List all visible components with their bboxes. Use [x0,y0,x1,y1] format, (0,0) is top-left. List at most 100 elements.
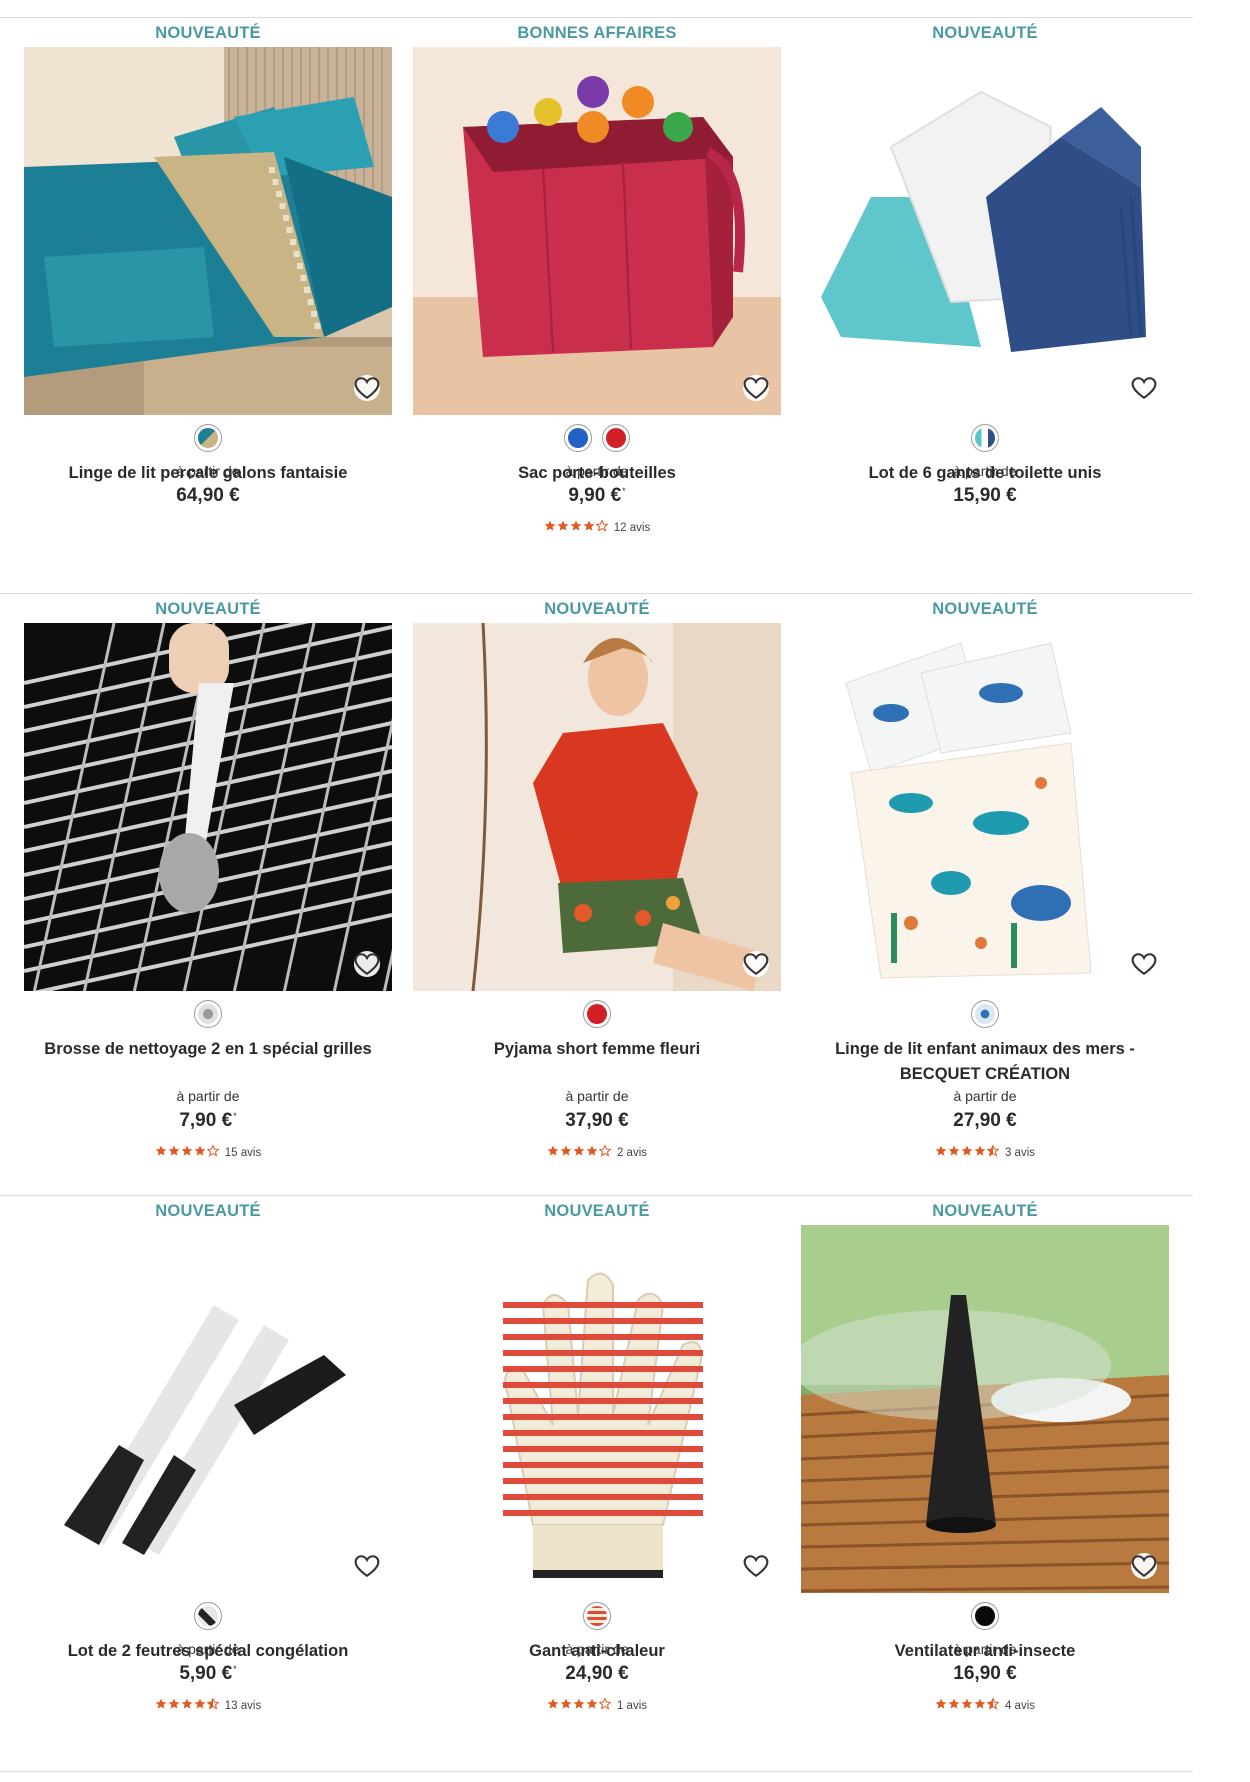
color-swatch[interactable] [194,1000,222,1028]
color-swatch[interactable] [583,1602,611,1630]
star-icon [598,1697,612,1713]
product-name-line: Linge de lit enfant animaux des mers - [835,1040,1135,1058]
product-image[interactable] [801,47,1169,415]
price-value: 5,90 € [179,1663,233,1684]
color-swatch[interactable] [971,424,999,452]
color-swatch[interactable] [583,1000,611,1028]
product-price: 7,90 €* [24,1110,392,1132]
star-icon [935,1145,947,1160]
product-name[interactable]: Pyjama short femme fleuri [413,1037,781,1062]
price-from-label: à partir de [565,1641,629,1657]
price-from-label: à partir de [565,463,629,479]
product-name[interactable]: Brosse de nettoyage 2 en 1 spécial grill… [24,1037,392,1062]
star-icon [560,1145,572,1160]
star-icon [155,1698,167,1713]
price-value: 16,90 € [953,1663,1017,1684]
star-icon [586,1698,598,1713]
star-icon [573,1145,585,1160]
wishlist-heart-icon[interactable] [1131,951,1157,977]
wishlist-heart-icon[interactable] [743,375,769,401]
product-rating[interactable]: 15 avis [24,1144,392,1160]
product-rating[interactable]: 13 avis [24,1697,392,1713]
color-swatch[interactable] [194,424,222,452]
product-image[interactable] [24,623,392,991]
star-icon [557,520,569,535]
review-count: 15 avis [224,1146,262,1159]
product-rating[interactable]: 12 avis [413,519,781,535]
review-count: 4 avis [1004,1699,1036,1712]
star-icon [598,1144,612,1160]
review-count: 3 avis [1004,1146,1036,1159]
star-icon [547,1145,559,1160]
color-swatches [801,424,1169,452]
price-asterisk: * [233,1664,237,1674]
price-from-label: à partir de [176,1088,240,1104]
wishlist-heart-icon[interactable] [354,951,380,977]
color-swatches [24,1000,392,1028]
product-image[interactable] [801,623,1169,991]
wishlist-heart-icon[interactable] [743,951,769,977]
product-image[interactable] [801,1225,1169,1593]
star-icon [974,1145,986,1160]
star-icon [986,1144,1000,1160]
star-icon [586,1145,598,1160]
product-rating[interactable]: 3 avis [801,1144,1169,1160]
color-swatch[interactable] [971,1602,999,1630]
price-value: 37,90 € [565,1110,629,1131]
wishlist-heart-icon[interactable] [354,1553,380,1579]
product-image[interactable] [24,1225,392,1593]
wishlist-heart-icon[interactable] [354,375,380,401]
price-value: 9,90 € [568,485,622,506]
color-swatches [801,1602,1169,1630]
color-swatch[interactable] [194,1602,222,1630]
product-badge: NOUVEAUTÉ [932,24,1038,42]
review-count: 2 avis [616,1146,648,1159]
color-swatches [801,1000,1169,1028]
price-value: 15,90 € [953,485,1017,506]
wishlist-heart-icon[interactable] [1131,1553,1157,1579]
price-asterisk: * [622,486,626,496]
rating-stars [547,1144,612,1160]
star-icon [181,1145,193,1160]
star-icon [547,1698,559,1713]
product-card: NOUVEAUTÉ Lot de 2 feutres spécial congé… [24,1202,392,1762]
review-count: 1 avis [616,1699,648,1712]
product-image[interactable] [413,1225,781,1593]
price-from-label: à partir de [953,1641,1017,1657]
product-rating[interactable]: 2 avis [413,1144,781,1160]
wishlist-heart-icon[interactable] [1131,375,1157,401]
row-divider [0,593,1193,594]
rating-stars [155,1697,220,1713]
product-rating[interactable]: 4 avis [801,1697,1169,1713]
price-asterisk: * [233,1111,237,1121]
product-rating[interactable]: 1 avis [413,1697,781,1713]
row-divider [0,1195,1193,1196]
row-divider [0,1771,1193,1772]
price-value: 64,90 € [176,485,240,506]
product-image[interactable] [24,47,392,415]
star-icon [206,1144,220,1160]
product-badge: NOUVEAUTÉ [544,1202,650,1220]
star-icon [948,1145,960,1160]
color-swatch[interactable] [971,1000,999,1028]
product-image[interactable] [413,623,781,991]
product-price: 37,90 € [413,1110,781,1132]
color-swatches [413,1000,781,1028]
star-icon [573,1698,585,1713]
color-swatch[interactable] [602,424,630,452]
product-name-line: Brosse de nettoyage 2 en 1 spécial grill… [44,1040,372,1058]
color-swatch[interactable] [564,424,592,452]
star-icon [168,1145,180,1160]
star-icon [948,1698,960,1713]
product-price: 15,90 € [801,485,1169,507]
product-price: 9,90 €* [413,485,781,507]
product-badge: NOUVEAUTÉ [155,600,261,618]
product-image[interactable] [413,47,781,415]
star-icon [935,1698,947,1713]
product-card: NOUVEAUTÉ Gant anti-chaleur à partir de 24… [413,1202,781,1762]
wishlist-heart-icon[interactable] [743,1553,769,1579]
star-icon [974,1698,986,1713]
product-name[interactable]: Linge de lit enfant animaux des mers - BE… [801,1037,1169,1087]
price-value: 24,90 € [565,1663,629,1684]
price-value: 27,90 € [953,1110,1017,1131]
